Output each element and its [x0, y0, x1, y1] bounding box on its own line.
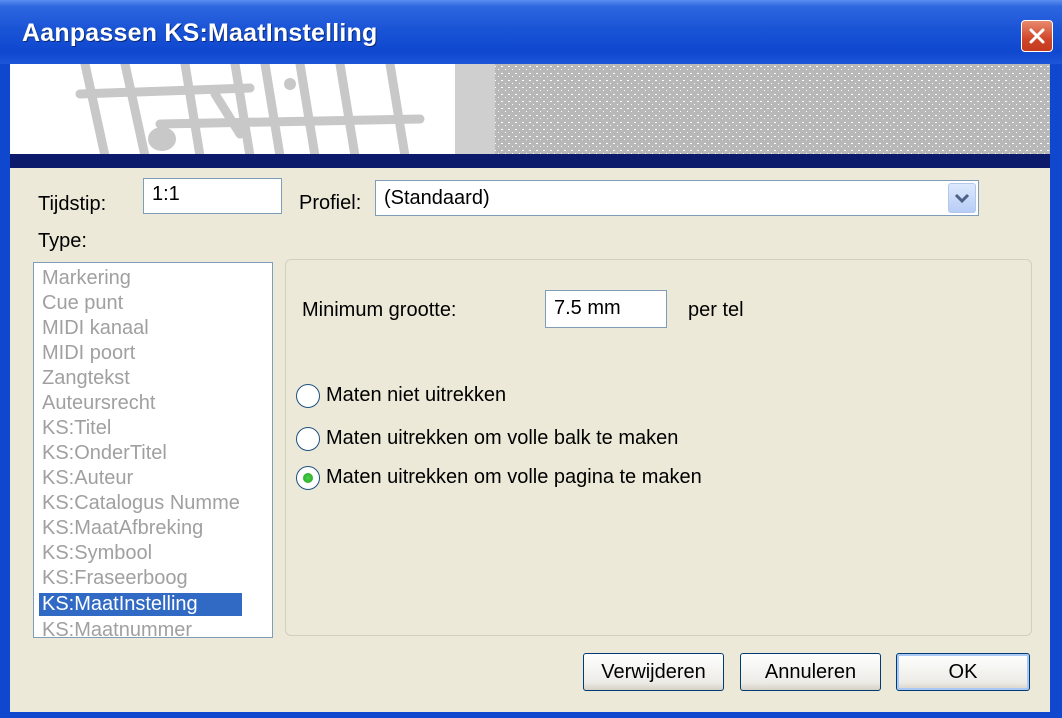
list-item[interactable]: MIDI poort	[42, 342, 135, 365]
window-frame-left	[0, 64, 10, 718]
min-size-label: Minimum grootte:	[302, 299, 457, 321]
ok-button[interactable]: OK	[896, 653, 1030, 691]
cancel-button[interactable]: Annuleren	[740, 653, 881, 691]
delete-button[interactable]: Verwijderen	[583, 653, 724, 691]
min-size-input[interactable]: 7.5 mm	[545, 290, 667, 328]
profiel-dropdown[interactable]: (Standaard)	[375, 180, 979, 216]
window-frame-bottom	[0, 712, 1062, 718]
list-item[interactable]: Zangtekst	[42, 367, 130, 390]
type-listbox[interactable]: Markering Cue punt MIDI kanaal MIDI poor…	[33, 262, 273, 638]
min-size-unit: per tel	[688, 299, 744, 321]
profiel-selected-value: (Standaard)	[384, 187, 490, 209]
list-item[interactable]: MIDI kanaal	[42, 317, 149, 340]
radio-selected-dot	[303, 473, 313, 483]
radio-no-stretch[interactable]	[296, 384, 320, 408]
list-item-selected[interactable]: KS:MaatInstelling	[39, 593, 242, 616]
header-banner-image	[10, 64, 1050, 156]
list-item[interactable]: KS:Symbool	[42, 542, 152, 565]
radio-stretch-staff-label[interactable]: Maten uitrekken om volle balk te maken	[326, 427, 678, 450]
list-item[interactable]: KS:Auteur	[42, 467, 133, 490]
type-label: Type:	[38, 230, 87, 252]
radio-stretch-page[interactable]	[296, 466, 320, 490]
banner-stripe	[10, 154, 1050, 168]
tijdstip-input[interactable]: 1:1	[143, 178, 282, 214]
profiel-dropdown-button[interactable]	[948, 183, 976, 213]
list-item[interactable]: Markering	[42, 267, 131, 290]
chevron-down-icon	[954, 193, 970, 204]
window-frame-right	[1050, 64, 1062, 718]
radio-stretch-staff[interactable]	[296, 427, 320, 451]
profiel-label: Profiel:	[299, 192, 362, 214]
close-button[interactable]	[1021, 20, 1053, 52]
radio-stretch-page-label[interactable]: Maten uitrekken om volle pagina te maken	[326, 466, 702, 489]
list-item[interactable]: KS:Maatnummer	[42, 619, 192, 637]
tijdstip-label: Tijdstip:	[38, 193, 107, 215]
close-icon	[1029, 28, 1045, 44]
window-title: Aanpassen KS:MaatInstelling	[22, 19, 378, 47]
list-item[interactable]: KS:Catalogus Numme	[42, 492, 240, 515]
list-item[interactable]: KS:Titel	[42, 417, 111, 440]
list-item[interactable]: Cue punt	[42, 292, 123, 315]
list-item[interactable]: KS:Fraseerboog	[42, 567, 188, 590]
list-item[interactable]: KS:OnderTitel	[42, 442, 167, 465]
radio-no-stretch-label[interactable]: Maten niet uitrekken	[326, 384, 506, 407]
list-item[interactable]: Auteursrecht	[42, 392, 155, 415]
title-bar[interactable]: Aanpassen KS:MaatInstelling	[0, 0, 1062, 64]
dialog-window: Aanpassen KS:MaatInstelling Tijdstip: 1:…	[0, 0, 1062, 718]
list-item[interactable]: KS:MaatAfbreking	[42, 517, 203, 540]
